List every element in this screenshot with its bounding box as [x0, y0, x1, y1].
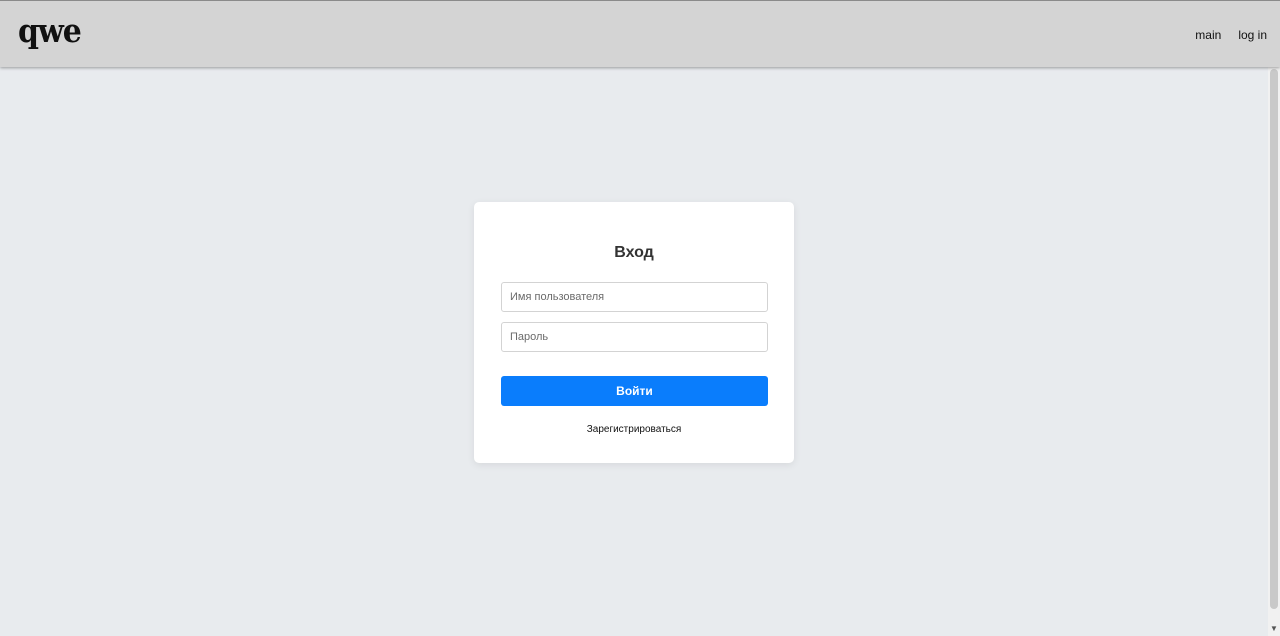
nav-link-main[interactable]: main — [1195, 28, 1221, 42]
site-logo[interactable]: qwe — [18, 13, 82, 51]
vertical-scrollbar[interactable]: ▼ — [1268, 67, 1280, 636]
header-nav: main log in — [1195, 28, 1267, 42]
register-link[interactable]: Зарегистрироваться — [474, 424, 794, 435]
top-header: qwe main log in — [0, 0, 1280, 67]
login-card: Вход Войти Зарегистрироваться — [474, 202, 794, 463]
login-button[interactable]: Войти — [501, 376, 768, 406]
username-input[interactable] — [501, 282, 768, 312]
password-input[interactable] — [501, 322, 768, 352]
nav-link-log-in[interactable]: log in — [1238, 28, 1267, 42]
login-title: Вход — [614, 244, 654, 261]
chevron-down-icon[interactable]: ▼ — [1269, 624, 1279, 634]
scrollbar-thumb[interactable] — [1270, 69, 1278, 609]
